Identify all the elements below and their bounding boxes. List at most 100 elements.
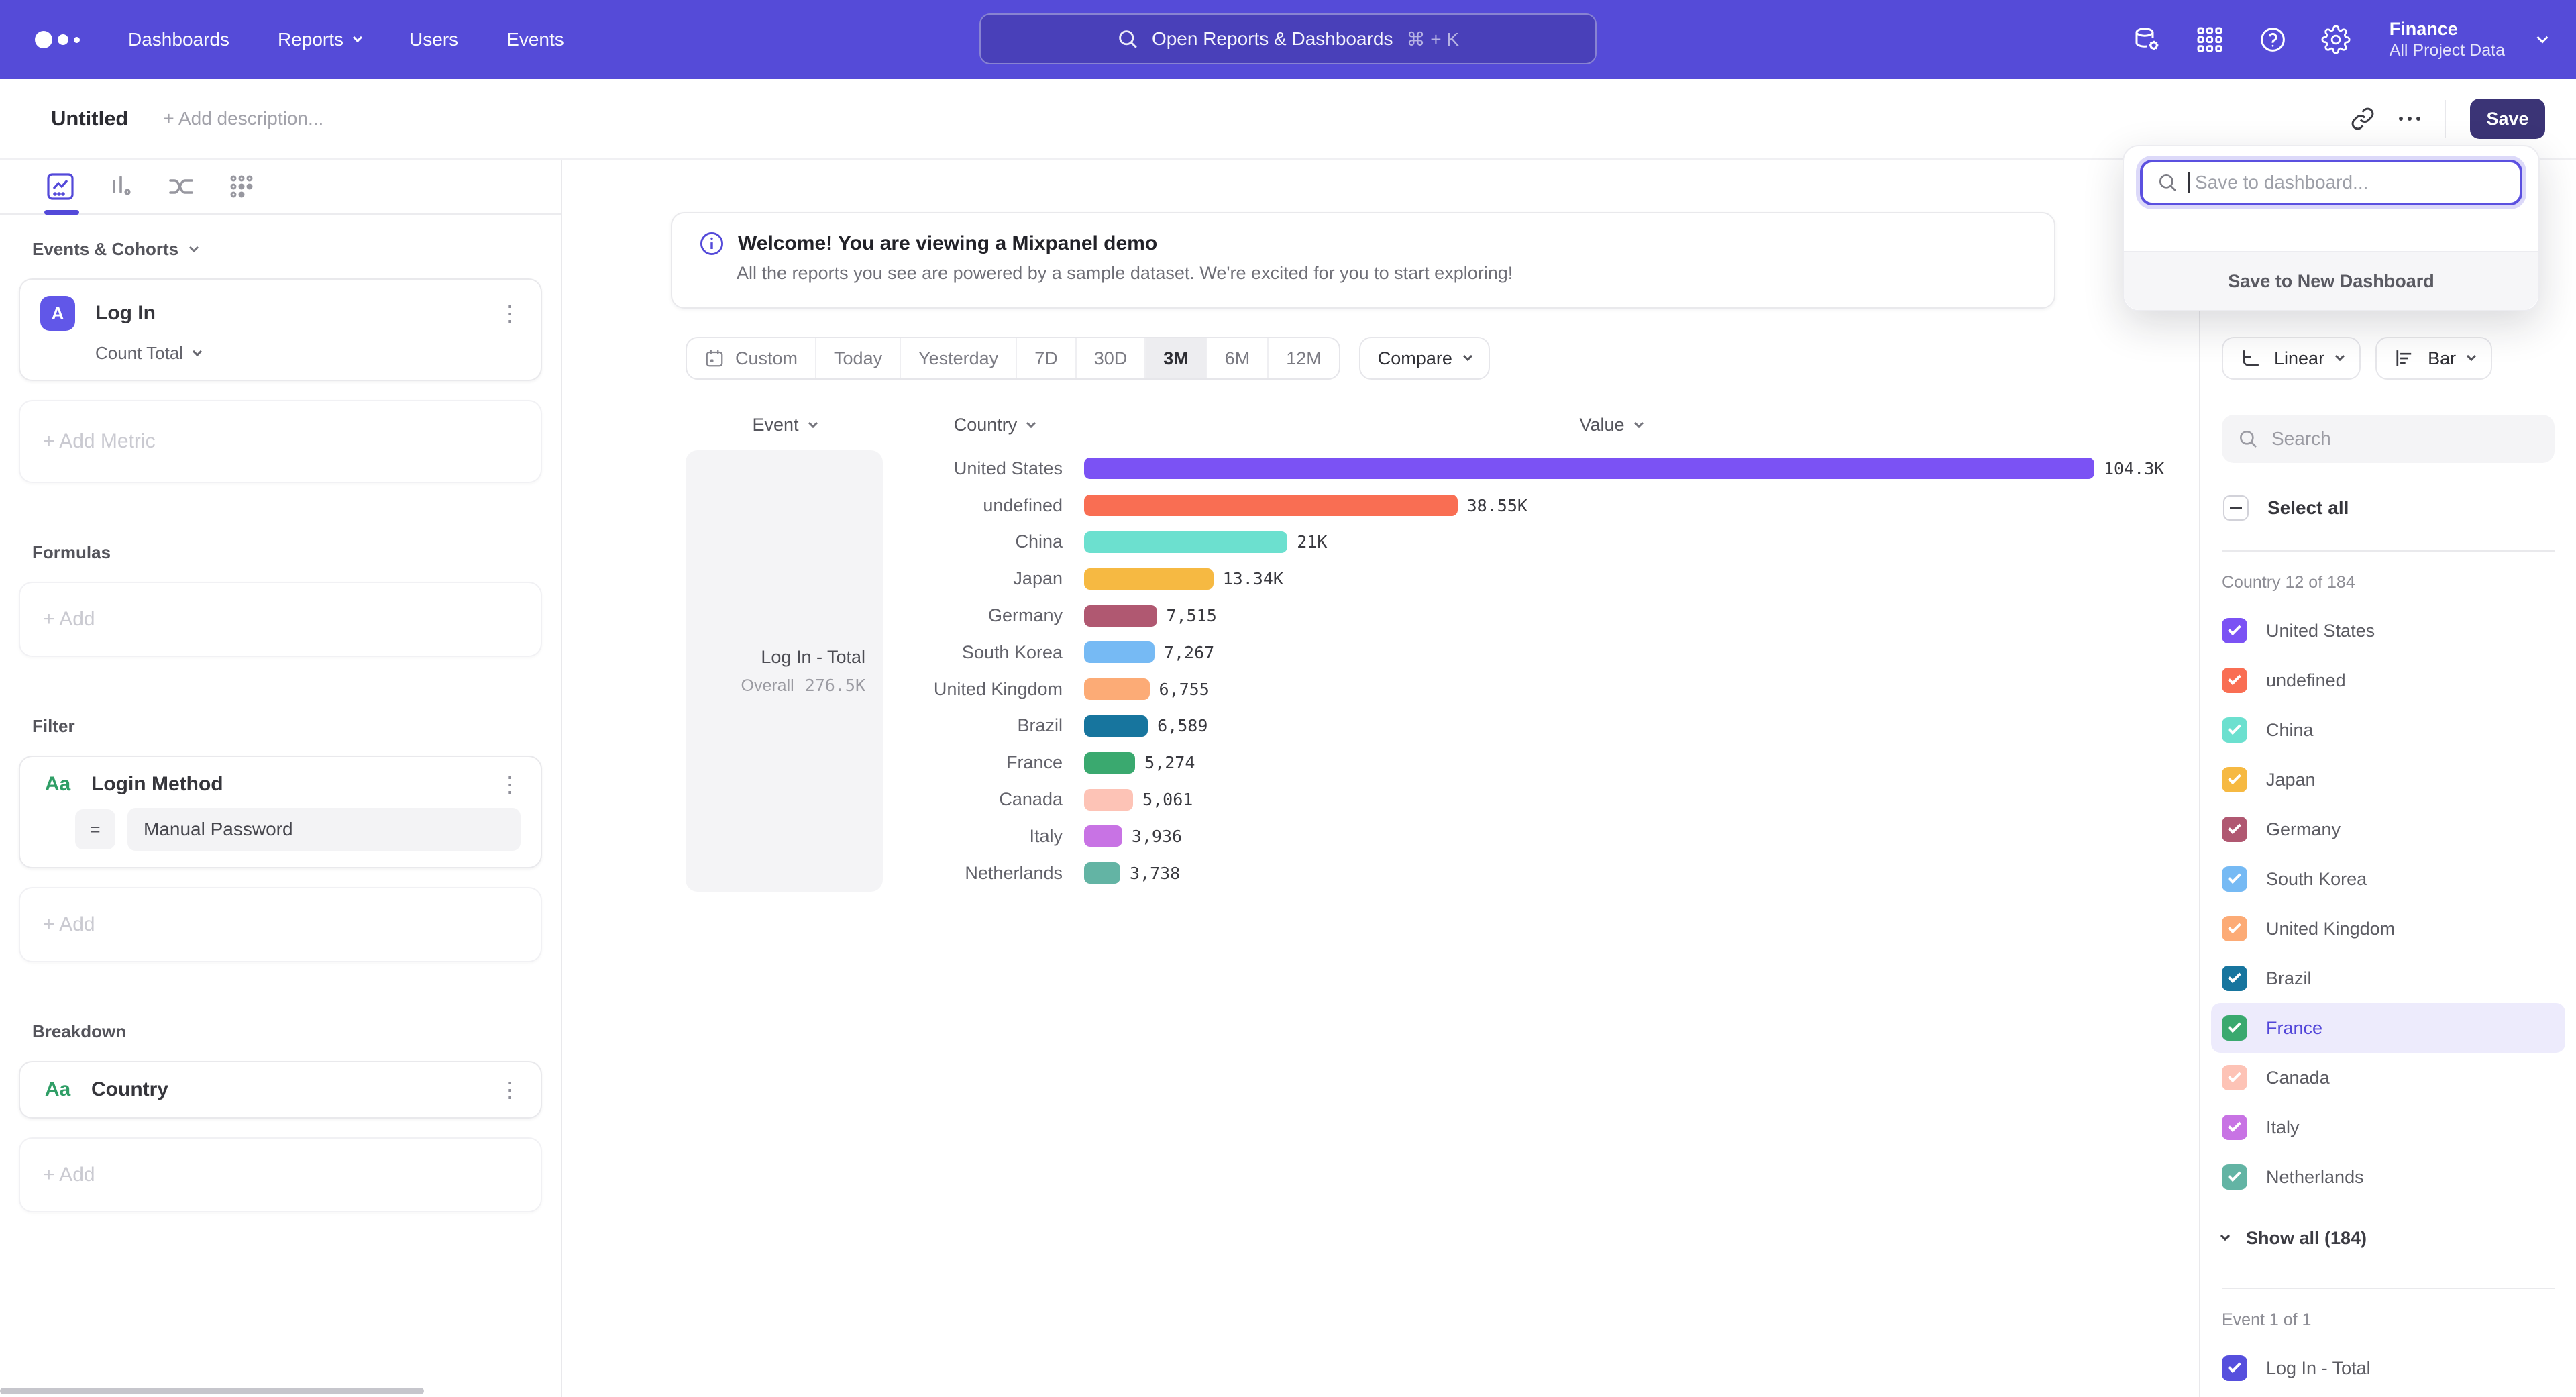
bar[interactable] — [1084, 789, 1133, 811]
bar[interactable] — [1084, 458, 2094, 479]
nav-item-events[interactable]: Events — [506, 29, 564, 50]
range-button-yesterday[interactable]: Yesterday — [900, 338, 1016, 378]
country-checkbox[interactable] — [2222, 966, 2247, 991]
bar[interactable] — [1084, 495, 1458, 516]
range-button-3m[interactable]: 3M — [1144, 338, 1206, 378]
country-checkbox[interactable] — [2222, 767, 2247, 792]
add-metric-button[interactable]: + Add Metric — [19, 400, 542, 483]
kebab-menu-icon[interactable]: ⋮ — [499, 1079, 521, 1100]
filter-card[interactable]: Aa Login Method ⋮ = Manual Password — [19, 756, 542, 868]
country-checkbox[interactable] — [2222, 916, 2247, 941]
country-checkbox[interactable] — [2222, 866, 2247, 892]
tab-flows[interactable] — [166, 172, 196, 201]
column-header-event[interactable]: Event — [686, 415, 883, 435]
legend-country-row[interactable]: Italy — [2211, 1102, 2565, 1152]
nav-item-reports[interactable]: Reports — [278, 29, 361, 50]
save-dashboard-search-input[interactable]: Save to dashboard... — [2140, 160, 2522, 205]
select-all-checkbox[interactable] — [2223, 495, 2249, 521]
apps-grid-icon[interactable] — [2195, 25, 2224, 54]
settings-gear-icon[interactable] — [2321, 25, 2351, 54]
nav-item-dashboards[interactable]: Dashboards — [128, 29, 229, 50]
country-checkbox[interactable] — [2222, 817, 2247, 842]
event-checkbox[interactable] — [2222, 1355, 2247, 1381]
tab-insights[interactable] — [46, 172, 75, 201]
bar[interactable] — [1084, 825, 1122, 847]
copy-link-icon[interactable] — [2351, 107, 2375, 131]
select-all-row[interactable]: Select all — [2222, 495, 2555, 521]
add-filter-button[interactable]: + Add — [19, 887, 542, 962]
bar[interactable] — [1084, 531, 1287, 553]
filter-operator[interactable]: = — [75, 809, 115, 849]
breakdown-property-name[interactable]: Country — [91, 1078, 168, 1101]
legend-country-row[interactable]: United States — [2211, 606, 2565, 656]
metric-card[interactable]: A Log In ⋮ Count Total — [19, 278, 542, 381]
bar[interactable] — [1084, 641, 1155, 663]
section-events-cohorts[interactable]: Events & Cohorts — [32, 239, 529, 260]
filter-property-name[interactable]: Login Method — [91, 773, 223, 796]
range-button-today[interactable]: Today — [815, 338, 900, 378]
bar[interactable] — [1084, 568, 1214, 590]
report-title[interactable]: Untitled — [51, 107, 128, 131]
bar[interactable] — [1084, 862, 1120, 884]
search-shortcut: ⌘ + K — [1406, 28, 1459, 50]
bar[interactable] — [1084, 752, 1135, 774]
chevron-down-icon — [189, 242, 199, 252]
range-button-7d[interactable]: 7D — [1016, 338, 1075, 378]
country-checkbox[interactable] — [2222, 1065, 2247, 1090]
add-formula-button[interactable]: + Add — [19, 582, 542, 657]
bar[interactable] — [1084, 605, 1157, 627]
show-all-button[interactable]: Show all (184) — [2222, 1218, 2555, 1258]
bar[interactable] — [1084, 678, 1150, 700]
legend-country-row[interactable]: France — [2211, 1003, 2565, 1053]
add-breakdown-button[interactable]: + Add — [19, 1137, 542, 1212]
tab-retention[interactable] — [227, 172, 256, 201]
tab-funnels[interactable] — [106, 172, 136, 201]
save-button[interactable]: Save — [2470, 99, 2545, 139]
event-summary-cell[interactable]: Log In - Total Overall 276.5K — [686, 450, 883, 892]
global-search-button[interactable]: Open Reports & Dashboards ⌘ + K — [979, 13, 1597, 64]
legend-country-row[interactable]: Germany — [2211, 805, 2565, 854]
breakdown-card[interactable]: Aa Country ⋮ — [19, 1061, 542, 1119]
country-checkbox[interactable] — [2222, 668, 2247, 693]
kebab-menu-icon[interactable]: ⋮ — [499, 303, 521, 324]
legend-country-row[interactable]: undefined — [2211, 656, 2565, 705]
chart-type-button[interactable]: Bar — [2375, 337, 2492, 380]
save-to-new-dashboard-button[interactable]: Save to New Dashboard — [2124, 251, 2538, 310]
legend-event-row[interactable]: Log In - Total — [2211, 1343, 2565, 1393]
legend-country-row[interactable]: United Kingdom — [2211, 904, 2565, 953]
country-checkbox[interactable] — [2222, 1164, 2247, 1190]
legend-country-row[interactable]: Japan — [2211, 755, 2565, 805]
kebab-menu-icon[interactable]: ⋮ — [499, 774, 521, 795]
project-chevron-down-icon[interactable] — [2537, 32, 2548, 44]
legend-search-input[interactable]: Search — [2222, 415, 2555, 463]
country-checkbox[interactable] — [2222, 717, 2247, 743]
horizontal-scrollbar[interactable] — [0, 1388, 424, 1394]
project-switcher[interactable]: Finance All Project Data — [2390, 18, 2505, 62]
legend-country-row[interactable]: Netherlands — [2211, 1152, 2565, 1202]
add-description-button[interactable]: + Add description... — [163, 108, 323, 130]
column-header-value[interactable]: Value — [1106, 415, 2116, 435]
more-options-icon[interactable] — [2399, 117, 2420, 121]
range-button-12m[interactable]: 12M — [1267, 338, 1339, 378]
help-icon[interactable] — [2258, 25, 2288, 54]
data-management-icon[interactable] — [2132, 25, 2161, 54]
scale-selector-button[interactable]: Linear — [2222, 337, 2361, 380]
aggregation-selector[interactable]: Count Total — [95, 343, 521, 364]
range-button-6m[interactable]: 6M — [1206, 338, 1268, 378]
legend-country-row[interactable]: Canada — [2211, 1053, 2565, 1102]
legend-country-row[interactable]: South Korea — [2211, 854, 2565, 904]
column-header-country[interactable]: Country — [883, 415, 1106, 435]
range-button-30d[interactable]: 30D — [1075, 338, 1145, 378]
nav-item-users[interactable]: Users — [409, 29, 458, 50]
legend-country-row[interactable]: Brazil — [2211, 953, 2565, 1003]
legend-country-row[interactable]: China — [2211, 705, 2565, 755]
compare-button[interactable]: Compare — [1359, 337, 1490, 380]
country-checkbox[interactable] — [2222, 1015, 2247, 1041]
country-checkbox[interactable] — [2222, 1115, 2247, 1140]
metric-name[interactable]: Log In — [95, 302, 156, 325]
filter-value[interactable]: Manual Password — [127, 808, 521, 851]
bar[interactable] — [1084, 715, 1148, 737]
mixpanel-logo[interactable] — [35, 31, 80, 48]
country-checkbox[interactable] — [2222, 618, 2247, 643]
range-button-custom[interactable]: Custom — [687, 338, 815, 378]
